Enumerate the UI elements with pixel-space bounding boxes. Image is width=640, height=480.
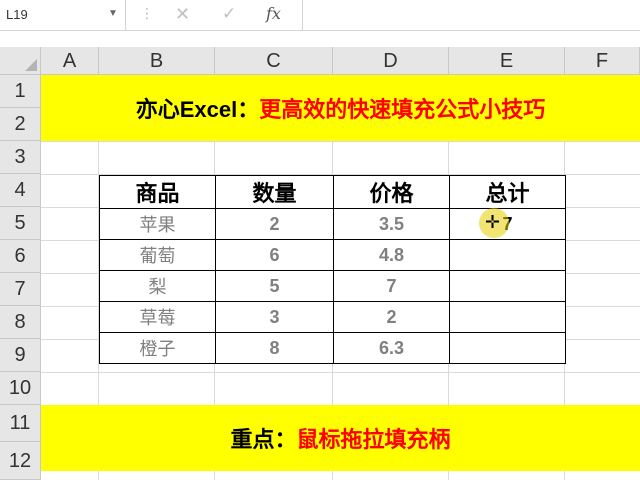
row-header-3[interactable]: 3 bbox=[0, 141, 41, 174]
cell-item[interactable]: 苹果 bbox=[99, 208, 216, 240]
checkmark-icon[interactable]: ✓ bbox=[222, 4, 236, 24]
cell-price[interactable]: 6.3 bbox=[333, 332, 450, 364]
table-row: 葡萄 6 4.8 bbox=[99, 239, 566, 271]
cell-price[interactable]: 3.5 bbox=[333, 208, 450, 240]
row-header-7[interactable]: 7 bbox=[0, 273, 41, 306]
row-header-9[interactable]: 9 bbox=[0, 339, 41, 372]
column-header-c[interactable]: C bbox=[215, 47, 333, 75]
table-header-row: 商品 数量 价格 总计 bbox=[99, 175, 566, 209]
row-header-10[interactable]: 10 bbox=[0, 372, 41, 405]
cell-total[interactable] bbox=[449, 332, 566, 364]
row-header-11[interactable]: 11 bbox=[0, 405, 41, 442]
column-header-f[interactable]: F bbox=[565, 47, 640, 75]
cell-total[interactable] bbox=[449, 270, 566, 302]
cell-price[interactable]: 7 bbox=[333, 270, 450, 302]
cell-qty[interactable]: 3 bbox=[215, 301, 334, 333]
cell-price[interactable]: 4.8 bbox=[333, 239, 450, 271]
column-header-a[interactable]: A bbox=[41, 47, 99, 75]
select-all-button[interactable] bbox=[0, 47, 41, 75]
data-table: 商品 数量 价格 总计 苹果 2 3.5 7 葡萄 6 4.8 梨 5 7 草莓… bbox=[99, 175, 566, 364]
chevron-down-icon[interactable]: ▼ bbox=[108, 8, 118, 19]
footer-prefix: 重点： bbox=[230, 427, 297, 452]
row-header-2[interactable]: 2 bbox=[0, 108, 41, 141]
column-header-e[interactable]: E bbox=[449, 47, 565, 75]
header-item[interactable]: 商品 bbox=[99, 175, 216, 209]
fx-icon[interactable]: fx bbox=[266, 4, 281, 23]
column-header-b[interactable]: B bbox=[99, 47, 215, 75]
cell-qty[interactable]: 8 bbox=[215, 332, 334, 364]
row-header-4[interactable]: 4 bbox=[0, 174, 41, 207]
header-qty[interactable]: 数量 bbox=[215, 175, 334, 209]
row-header-1[interactable]: 1 bbox=[0, 75, 41, 108]
formula-bar: L19 ▼ ⋮ ✕ ✓ fx bbox=[0, 0, 640, 31]
footer-banner[interactable]: 重点： 鼠标拖拉填充柄 bbox=[41, 405, 640, 471]
fill-cursor-icon: ✛ bbox=[485, 212, 501, 232]
title-banner[interactable]: 亦心Excel： 更高效的快速填充公式小技巧 bbox=[41, 75, 640, 141]
cell-price[interactable]: 2 bbox=[333, 301, 450, 333]
cell-total[interactable] bbox=[449, 301, 566, 333]
cell-qty[interactable]: 6 bbox=[215, 239, 334, 271]
vertical-dots-icon: ⋮ bbox=[140, 5, 154, 21]
header-total[interactable]: 总计 bbox=[449, 175, 566, 209]
row-header-5[interactable]: 5 bbox=[0, 207, 41, 240]
cell-qty[interactable]: 5 bbox=[215, 270, 334, 302]
row-header-12[interactable]: 12 bbox=[0, 442, 41, 480]
cell-item[interactable]: 草莓 bbox=[99, 301, 216, 333]
select-all-triangle-icon bbox=[25, 59, 37, 71]
row-header-8[interactable]: 8 bbox=[0, 306, 41, 339]
footer-main: 鼠标拖拉填充柄 bbox=[296, 427, 451, 452]
cell-item[interactable]: 葡萄 bbox=[99, 239, 216, 271]
column-header-d[interactable]: D bbox=[333, 47, 449, 75]
title-prefix: 亦心Excel： bbox=[135, 97, 260, 122]
table-row: 草莓 3 2 bbox=[99, 301, 566, 333]
cell-total[interactable] bbox=[449, 239, 566, 271]
cross-icon[interactable]: ✕ bbox=[175, 4, 190, 25]
table-row: 橙子 8 6.3 bbox=[99, 332, 566, 364]
cell-item[interactable]: 梨 bbox=[99, 270, 216, 302]
cell-qty[interactable]: 2 bbox=[215, 208, 334, 240]
header-price[interactable]: 价格 bbox=[333, 175, 450, 209]
table-row: 梨 5 7 bbox=[99, 270, 566, 302]
name-box[interactable]: L19 ▼ bbox=[0, 0, 126, 30]
formula-input[interactable] bbox=[302, 0, 640, 30]
row-header-6[interactable]: 6 bbox=[0, 240, 41, 273]
cell-item[interactable]: 橙子 bbox=[99, 332, 216, 364]
title-main: 更高效的快速填充公式小技巧 bbox=[259, 97, 546, 122]
name-box-value[interactable]: L19 bbox=[6, 7, 28, 22]
